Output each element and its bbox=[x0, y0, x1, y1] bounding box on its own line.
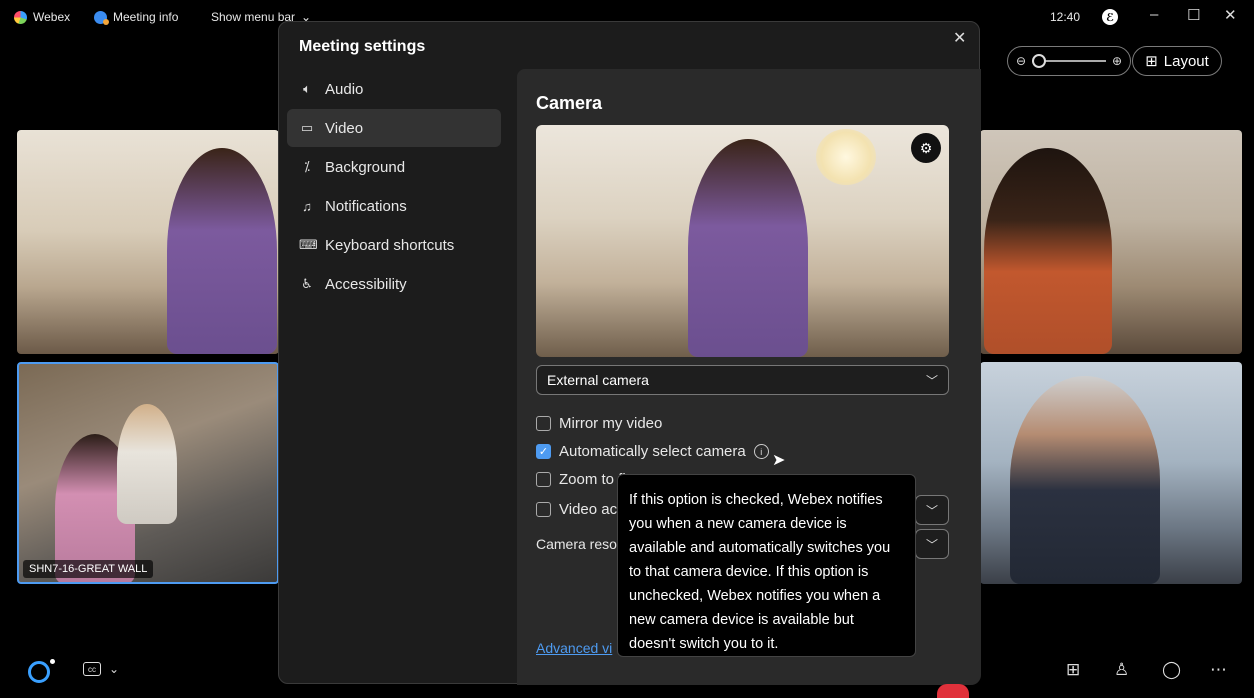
bell-icon: ♫ bbox=[302, 198, 312, 214]
video-select[interactable]: ﹀ bbox=[915, 495, 949, 525]
chevron-down-icon: ﹀ bbox=[925, 537, 938, 552]
nav-item-video[interactable]: ▭ Video bbox=[287, 109, 501, 147]
settings-nav: 🔈︎ Audio ▭ Video ⁒ Background ♫ Notifica… bbox=[287, 70, 501, 304]
nav-item-accessibility[interactable]: ♿︎ Accessibility bbox=[287, 265, 501, 303]
webex-app-button[interactable]: Webex bbox=[14, 10, 70, 24]
clock: 12:40 bbox=[1050, 10, 1080, 24]
participant-video-tile[interactable] bbox=[980, 130, 1242, 354]
close-icon: ✕ bbox=[953, 30, 967, 47]
checkbox-label: Mirror my video bbox=[559, 415, 663, 432]
room-video-tile[interactable]: SHN7-16-GREAT WALL bbox=[17, 362, 279, 584]
participant-figure bbox=[984, 148, 1112, 354]
maximize-button[interactable]: ☐ bbox=[1187, 6, 1200, 24]
preview-settings-button[interactable]: ⚙ bbox=[911, 133, 941, 163]
camera-resolution-label: Camera reso bbox=[536, 536, 617, 552]
checkbox[interactable] bbox=[536, 416, 551, 431]
apps-icon[interactable]: ⊞ bbox=[1066, 660, 1080, 680]
participant-figure bbox=[1010, 376, 1160, 584]
webex-assistant-icon[interactable] bbox=[28, 659, 55, 683]
nav-item-label: Background bbox=[325, 158, 406, 176]
participant-figure bbox=[167, 148, 277, 354]
video-checkbox[interactable]: Video ac bbox=[536, 501, 617, 518]
accessibility-icon: ♿︎ bbox=[301, 276, 313, 291]
chat-icon[interactable]: ◯ bbox=[1162, 660, 1181, 680]
checkbox-label: Automatically select camera bbox=[559, 443, 746, 460]
lamp bbox=[816, 129, 876, 185]
meeting-info-icon bbox=[94, 10, 109, 25]
nav-item-label: Keyboard shortcuts bbox=[325, 236, 455, 254]
dialog-close-button[interactable]: ✕ bbox=[953, 28, 966, 48]
webex-logo-icon bbox=[14, 10, 27, 24]
meeting-info-label: Meeting info bbox=[113, 10, 179, 24]
zoom-slider[interactable]: ⊖ ⊕ bbox=[1007, 46, 1131, 76]
pip-button[interactable]: ℰ bbox=[1102, 9, 1118, 25]
advanced-video-link[interactable]: Advanced vi bbox=[536, 640, 612, 656]
gear-icon: ⚙ bbox=[919, 139, 933, 156]
meeting-info-button[interactable]: Meeting info bbox=[94, 10, 179, 25]
minimize-icon: – bbox=[1150, 6, 1159, 23]
layout-label: Layout bbox=[1163, 52, 1209, 70]
pip-icon: ℰ bbox=[1102, 9, 1118, 25]
minimize-button[interactable]: – bbox=[1150, 6, 1158, 23]
zoom-to-fit-checkbox[interactable]: Zoom to fit bbox=[536, 471, 630, 488]
participant-video-tile[interactable] bbox=[980, 362, 1242, 584]
more-options-icon[interactable]: ⋯ bbox=[1210, 660, 1227, 680]
magic-wand-icon: ⁒ bbox=[304, 159, 310, 174]
camera-resolution-select[interactable]: ﹀ bbox=[915, 529, 949, 559]
end-call-button[interactable] bbox=[937, 684, 969, 698]
zoom-knob[interactable] bbox=[1032, 54, 1047, 68]
nav-item-notifications[interactable]: ♫ Notifications bbox=[287, 187, 501, 225]
nav-item-label: Notifications bbox=[325, 197, 407, 215]
participants-icon[interactable]: ♙ bbox=[1114, 660, 1129, 680]
time-label: 12:40 bbox=[1050, 10, 1081, 24]
auto-select-camera-checkbox[interactable]: ✓ Automatically select camera i bbox=[536, 443, 769, 460]
layout-button[interactable]: ⊞ Layout bbox=[1132, 46, 1222, 76]
checkbox-label: Video ac bbox=[559, 501, 618, 518]
checkbox[interactable] bbox=[536, 502, 551, 517]
checkbox[interactable]: ✓ bbox=[536, 444, 551, 459]
app-name: Webex bbox=[33, 10, 71, 24]
mirror-video-checkbox[interactable]: Mirror my video bbox=[536, 415, 662, 432]
chevron-down-icon: ﹀ bbox=[925, 373, 938, 388]
zoom-track[interactable] bbox=[1032, 54, 1106, 68]
maximize-icon: ☐ bbox=[1187, 7, 1201, 24]
chevron-down-icon: ⌄ bbox=[109, 662, 120, 676]
camera-preview: ⚙ bbox=[536, 125, 949, 357]
panel-title: Camera bbox=[536, 93, 603, 113]
auto-select-tooltip: If this option is checked, Webex notifie… bbox=[617, 474, 916, 657]
nav-item-keyboard-shortcuts[interactable]: ⌨ Keyboard shortcuts bbox=[287, 226, 501, 264]
nav-item-label: Video bbox=[325, 119, 364, 137]
cc-icon: cc bbox=[83, 662, 101, 676]
closed-captions-button[interactable]: cc ⌄ bbox=[83, 662, 119, 676]
nav-item-background[interactable]: ⁒ Background bbox=[287, 148, 501, 186]
speaker-icon: 🔈︎ bbox=[303, 81, 311, 96]
zoom-in-icon[interactable]: ⊕ bbox=[1112, 54, 1122, 68]
close-icon: ✕ bbox=[1224, 7, 1237, 24]
camera-select-value: External camera bbox=[547, 372, 649, 388]
preview-figure bbox=[688, 139, 808, 357]
close-window-button[interactable]: ✕ bbox=[1224, 6, 1237, 24]
camera-select[interactable]: External camera ﹀ bbox=[536, 365, 949, 395]
nav-item-label: Audio bbox=[325, 80, 364, 98]
camera-icon: ▭ bbox=[300, 120, 314, 135]
mouse-cursor-icon: ➤ bbox=[772, 452, 786, 469]
chevron-down-icon: ﹀ bbox=[925, 503, 938, 518]
nav-item-label: Accessibility bbox=[325, 275, 407, 293]
info-icon[interactable]: i bbox=[753, 444, 769, 459]
nav-item-audio[interactable]: 🔈︎ Audio bbox=[287, 70, 501, 108]
room-name-label: SHN7-16-GREAT WALL bbox=[23, 560, 154, 578]
participant-video-tile[interactable] bbox=[17, 130, 279, 354]
checkbox[interactable] bbox=[536, 472, 551, 487]
layout-grid-icon: ⊞ bbox=[1145, 53, 1158, 70]
zoom-out-icon[interactable]: ⊖ bbox=[1016, 54, 1026, 68]
dialog-title: Meeting settings bbox=[299, 38, 426, 55]
participant-figure bbox=[117, 404, 177, 524]
keyboard-icon: ⌨ bbox=[299, 237, 318, 252]
